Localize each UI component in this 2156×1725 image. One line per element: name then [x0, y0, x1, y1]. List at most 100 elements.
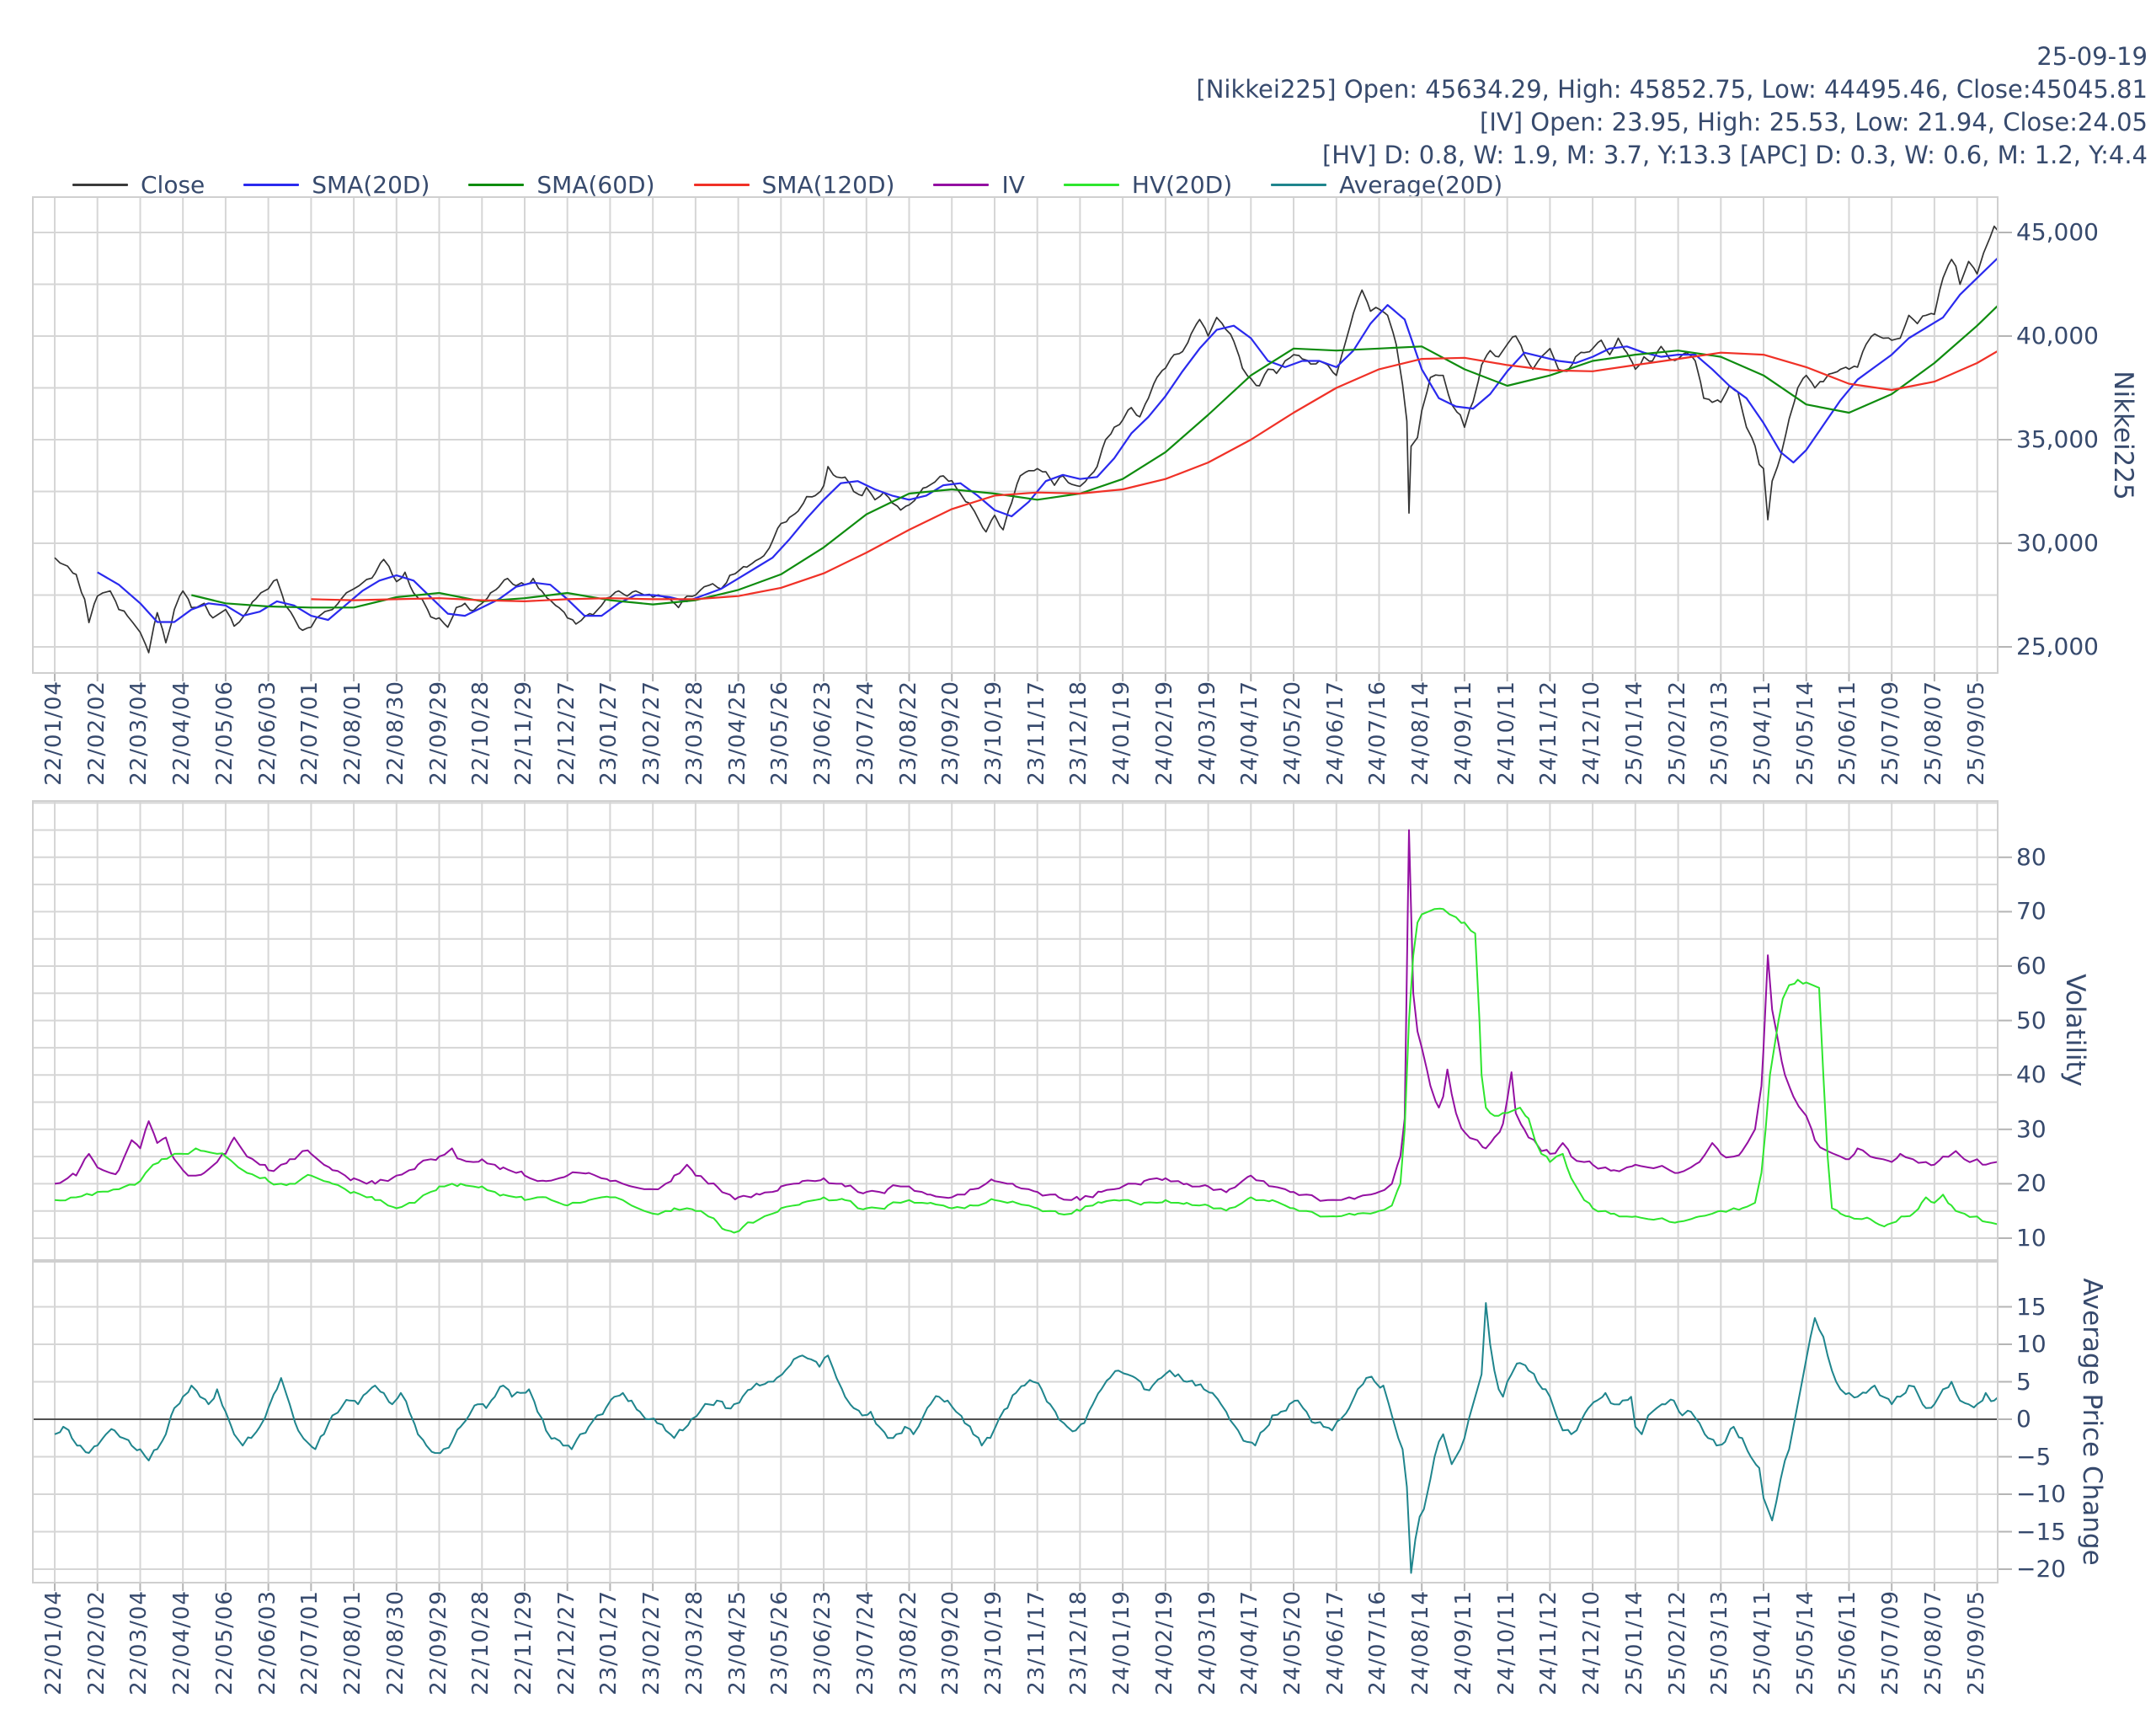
volatility-ytick-label: 50	[2016, 1009, 2047, 1033]
xtick-label: 23/02/27	[639, 681, 664, 786]
xtick-label: 23/03/28	[682, 1590, 707, 1696]
legend-label: Close	[141, 171, 205, 199]
apc-axis-title: Average Price Change	[2077, 1278, 2107, 1565]
xtick-label: 22/03/04	[126, 681, 152, 786]
xtick-label: 22/08/01	[340, 1590, 366, 1696]
legend-line-sample	[468, 184, 524, 186]
xtick-label: 22/06/03	[255, 681, 280, 786]
legend-item-close: Close	[72, 171, 205, 199]
xtick-label: 25/07/09	[1878, 681, 1903, 786]
apc-ytick-label: 0	[2016, 1407, 2031, 1431]
xtick-label: 25/03/13	[1707, 1590, 1732, 1696]
xtick-label: 22/02/02	[84, 681, 109, 786]
price-ytick-label: 25,000	[2016, 635, 2099, 659]
gridlines-apc	[32, 1261, 1999, 1583]
xtick-label: 24/01/19	[1109, 1590, 1134, 1696]
legend-item-sma-60d-: SMA(60D)	[468, 171, 654, 199]
xtick-label: 22/01/04	[41, 681, 67, 786]
xtick-label: 24/12/10	[1579, 1590, 1604, 1696]
xtick-label: 24/12/10	[1579, 681, 1604, 786]
xtick-label: 23/10/19	[981, 1590, 1006, 1696]
xtick-label: 22/06/03	[255, 1590, 280, 1696]
xtick-label: 23/05/26	[767, 1590, 792, 1696]
xtick-label: 23/08/22	[896, 681, 921, 786]
price-ytick-label: 40,000	[2016, 324, 2099, 348]
xtick-label: 25/02/12	[1665, 1590, 1690, 1696]
xtick-label: 25/01/14	[1622, 1590, 1647, 1696]
xtick-label: 24/08/14	[1408, 1590, 1433, 1696]
xtick-label: 24/02/19	[1152, 681, 1177, 786]
apc-ytick-label: 15	[2016, 1295, 2047, 1319]
legend-line-sample	[243, 184, 299, 186]
legend-item-iv: IV	[933, 171, 1024, 199]
xtick-label: 23/11/17	[1024, 681, 1049, 786]
xtick-label: 24/10/11	[1494, 1590, 1519, 1696]
xtick-label: 25/05/14	[1793, 1590, 1818, 1696]
volatility-ytick-label: 60	[2016, 954, 2047, 978]
xtick-label: 24/08/14	[1408, 681, 1433, 786]
apc-ytick-label: −20	[2016, 1557, 2066, 1581]
xtick-label: 24/07/16	[1365, 681, 1390, 786]
xtick-label: 24/11/12	[1536, 681, 1561, 786]
xtick-label: 22/08/30	[383, 681, 408, 786]
xtick-label: 22/07/01	[297, 1590, 323, 1696]
xtick-label: 23/08/22	[896, 1590, 921, 1696]
xtick-label: 25/09/05	[1964, 681, 1989, 786]
xtick-label: 24/06/17	[1323, 1590, 1348, 1696]
chart-header: 25-09-19 [Nikkei225] Open: 45634.29, Hig…	[1196, 40, 2148, 172]
xtick-label: 23/06/23	[810, 1590, 835, 1696]
xtick-label: 22/10/28	[468, 681, 494, 786]
xtick-label: 22/11/29	[511, 681, 536, 786]
xtick-label: 23/03/28	[682, 681, 707, 786]
xtick-label: 25/07/09	[1878, 1590, 1903, 1696]
xtick-label: 24/03/19	[1195, 1590, 1220, 1696]
xtick-label: 25/08/07	[1921, 681, 1946, 786]
header-nikkei-ohlc: [Nikkei225] Open: 45634.29, High: 45852.…	[1196, 73, 2148, 106]
xtick-label: 22/05/06	[212, 1590, 237, 1696]
xtick-label: 23/07/24	[853, 1590, 878, 1696]
xtick-label: 25/04/11	[1750, 681, 1775, 786]
xtick-label: 22/11/29	[511, 1590, 536, 1696]
apc-ytick-label: −15	[2016, 1520, 2066, 1544]
legend-label: Average(20D)	[1339, 171, 1502, 199]
price-axis-title: Nikkei225	[2108, 371, 2138, 499]
xtick-label: 22/05/06	[212, 681, 237, 786]
xtick-label: 24/05/20	[1280, 681, 1305, 786]
xtick-label: 24/02/19	[1152, 1590, 1177, 1696]
xtick-label: 24/05/20	[1280, 1590, 1305, 1696]
gridlines-price	[32, 196, 1999, 674]
chart-legend: CloseSMA(20D)SMA(60D)SMA(120D)IVHV(20D)A…	[72, 171, 1502, 199]
legend-item-average-20d-: Average(20D)	[1271, 171, 1502, 199]
xtick-label: 22/04/04	[169, 1590, 195, 1696]
xtick-label: 24/04/17	[1237, 681, 1262, 786]
xtick-label: 23/12/18	[1066, 681, 1091, 786]
xtick-label: 22/12/27	[554, 681, 579, 786]
xtick-label: 25/03/13	[1707, 681, 1732, 786]
xtick-label: 24/07/16	[1365, 1590, 1390, 1696]
xtick-label: 23/11/17	[1024, 1590, 1049, 1696]
xtick-label: 22/09/29	[426, 1590, 451, 1696]
header-iv-ohlc: [IV] Open: 23.95, High: 25.53, Low: 21.9…	[1196, 106, 2148, 139]
legend-line-sample	[72, 184, 128, 186]
legend-line-sample	[694, 184, 750, 186]
xtick-label: 22/01/04	[41, 1590, 67, 1696]
xtick-label: 22/08/01	[340, 681, 366, 786]
xtick-label: 23/04/25	[725, 681, 750, 786]
legend-item-sma-120d-: SMA(120D)	[694, 171, 895, 199]
legend-label: HV(20D)	[1132, 171, 1232, 199]
header-hv-apc: [HV] D: 0.8, W: 1.9, M: 3.7, Y:13.3 [APC…	[1196, 139, 2148, 172]
xtick-label: 23/02/27	[639, 1590, 664, 1696]
xtick-label: 22/08/30	[383, 1590, 408, 1696]
panel-volatility	[32, 800, 1999, 1261]
xtick-label: 23/01/27	[596, 1590, 622, 1696]
legend-label: IV	[1001, 171, 1024, 199]
panel-apc	[32, 1261, 1999, 1583]
xtick-label: 25/06/11	[1835, 681, 1860, 786]
xtick-label: 24/11/12	[1536, 1590, 1561, 1696]
legend-line-sample	[1271, 184, 1326, 186]
xtick-label: 23/04/25	[725, 1590, 750, 1696]
xtick-label: 22/07/01	[297, 681, 323, 786]
volatility-ytick-label: 30	[2016, 1118, 2047, 1141]
series-sma-60d-	[191, 305, 1999, 607]
volatility-ytick-label: 20	[2016, 1172, 2047, 1195]
